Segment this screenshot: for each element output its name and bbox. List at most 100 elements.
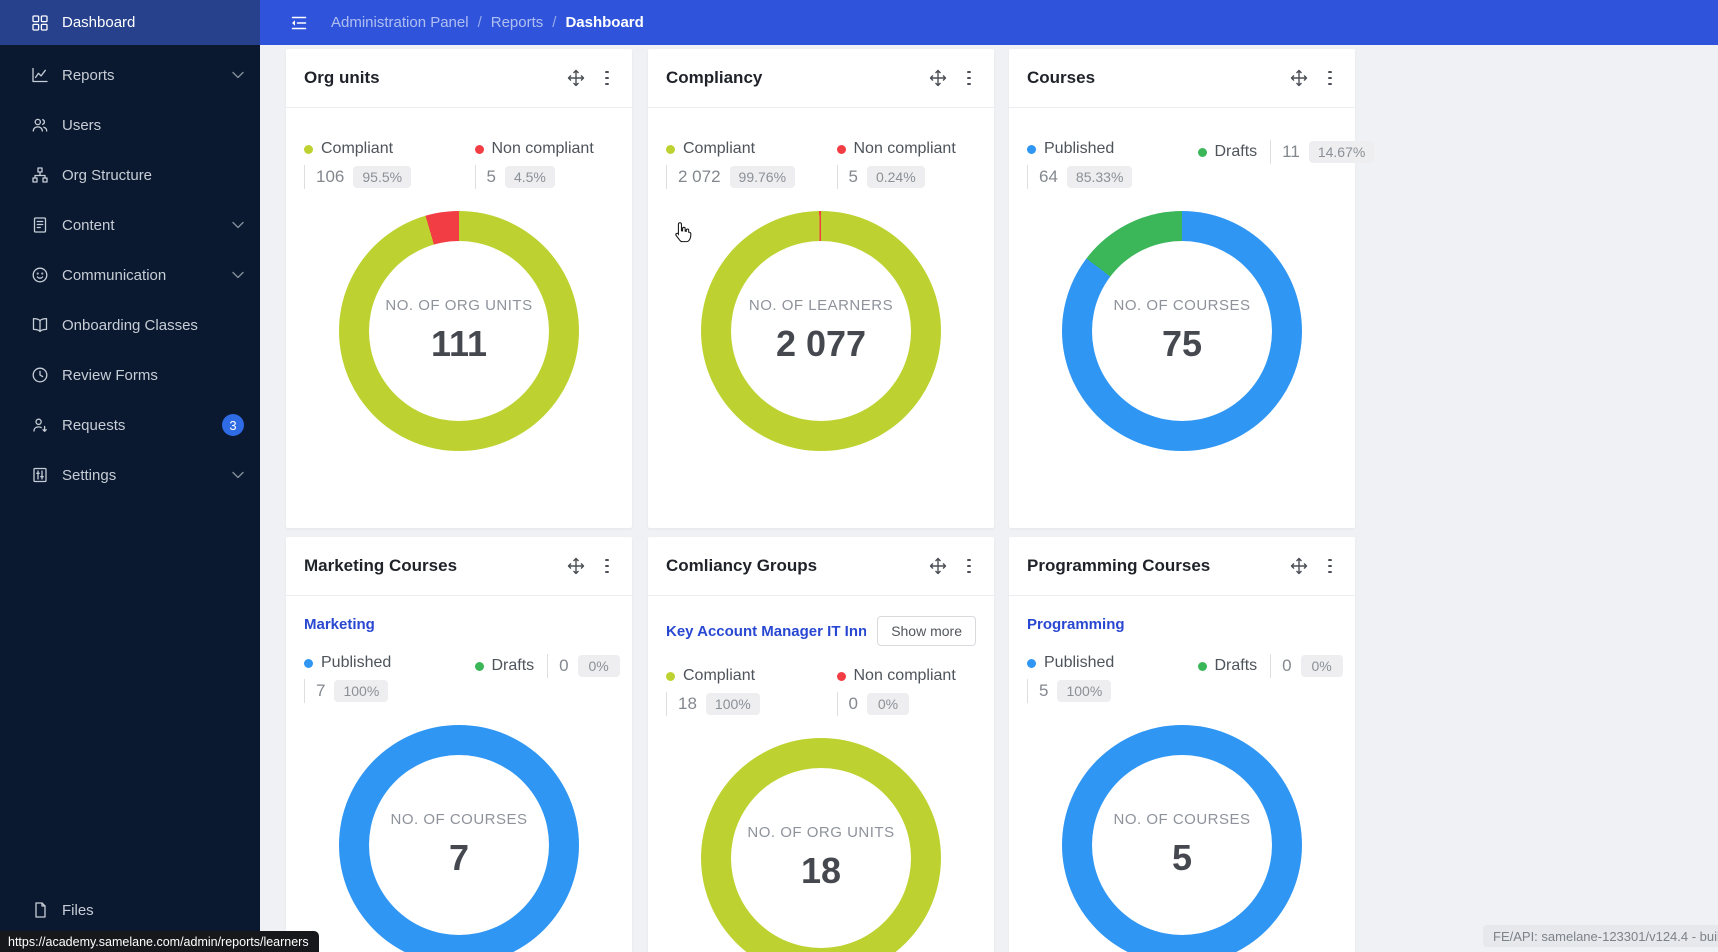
move-icon[interactable]	[567, 557, 585, 575]
donut-chart[interactable]: NO. OF ORG UNITS 18	[701, 738, 941, 952]
legend-item: Non compliant 0 0%	[836, 667, 977, 716]
category-link[interactable]: Programming	[1027, 616, 1125, 633]
breadcrumb-dashboard: Dashboard	[565, 14, 644, 31]
build-info-badge: FE/API: samelane-123301/v124.4 - build 1	[1483, 925, 1718, 947]
legend-dot	[474, 661, 484, 671]
menu-fold-icon[interactable]	[289, 13, 309, 33]
chevron-down-icon	[232, 271, 244, 279]
card-org-units: Org units Compliant 106 95.5% Non complia…	[286, 49, 632, 528]
card-compliancy: Compliancy Compliant 2 072 99.76% Non com…	[648, 49, 994, 528]
clock-icon	[31, 366, 49, 384]
kebab-menu-icon[interactable]	[600, 557, 614, 575]
donut-chart[interactable]: NO. OF ORG UNITS 111	[339, 211, 579, 451]
sidebar-item-users[interactable]: Users	[0, 100, 260, 150]
sidebar-item-label: Settings	[62, 466, 117, 484]
sidebar-item-label: Org Structure	[62, 166, 153, 184]
donut-chart[interactable]: NO. OF COURSES 75	[1062, 211, 1302, 451]
card-title: Comliancy Groups	[666, 556, 818, 575]
kebab-menu-icon[interactable]	[962, 557, 976, 575]
percent-badge: 85.33%	[1066, 166, 1133, 188]
sidebar-item-label: Users	[62, 116, 102, 134]
breadcrumb-separator: /	[552, 14, 557, 31]
kebab-menu-icon[interactable]	[600, 69, 614, 87]
legend: Compliant 18 100% Non compliant 0 0%	[666, 646, 976, 716]
group-link[interactable]: Key Account Manager IT Innsbru	[666, 623, 866, 640]
legend: Compliant 106 95.5% Non compliant 5 4.5%	[304, 108, 614, 189]
open-book-icon	[31, 316, 49, 334]
legend-item: Compliant 2 072 99.76%	[666, 140, 837, 189]
sidebar-item-label: Requests	[62, 416, 126, 434]
breadcrumb: Administration Panel / Reports / Dashboa…	[331, 14, 644, 31]
donut-chart[interactable]: NO. OF COURSES 5	[1062, 725, 1302, 952]
legend-item: Compliant 18 100%	[666, 667, 837, 716]
users-icon	[31, 116, 49, 134]
sidebar-item-label: Files	[62, 901, 94, 919]
user-request-icon	[31, 416, 49, 434]
legend-dot	[666, 671, 675, 681]
sidebar-item-onboarding-classes[interactable]: Onboarding Classes	[0, 300, 260, 350]
move-icon[interactable]	[567, 69, 585, 87]
sidebar: Dashboard Reports Users Org Structure Co…	[0, 0, 260, 952]
sidebar-item-requests[interactable]: Requests 3	[0, 400, 260, 450]
line-chart-icon	[31, 66, 49, 84]
dashboard-content: Org units Compliant 106 95.5% Non complia…	[260, 45, 1718, 952]
legend-dot	[1197, 147, 1207, 157]
sidebar-item-communication[interactable]: Communication	[0, 250, 260, 300]
percent-badge: 4.5%	[504, 166, 555, 188]
show-more-button[interactable]: Show more	[877, 616, 976, 646]
sidebar-item-settings[interactable]: Settings	[0, 450, 260, 500]
sidebar-item-review-forms[interactable]: Review Forms	[0, 350, 260, 400]
chevron-down-icon	[232, 471, 244, 479]
percent-badge: 99.76%	[729, 166, 796, 188]
legend: Published 5 100% Drafts 0 0%	[1027, 633, 1343, 703]
sidebar-item-label: Review Forms	[62, 366, 158, 384]
legend-item: Published 7 100%	[304, 654, 475, 703]
sidebar-item-label: Content	[62, 216, 115, 234]
card-title: Compliancy	[666, 68, 763, 87]
kebab-menu-icon[interactable]	[1323, 69, 1337, 87]
card-programming-courses: Programming Courses Programming Publishe…	[1009, 537, 1355, 952]
org-tree-icon	[31, 166, 49, 184]
sidebar-item-content[interactable]: Content	[0, 200, 260, 250]
sidebar-item-label: Onboarding Classes	[62, 316, 198, 334]
card-title: Org units	[304, 68, 380, 87]
legend-item: Drafts 0 0%	[474, 654, 620, 703]
breadcrumb-admin-panel[interactable]: Administration Panel	[331, 14, 469, 31]
breadcrumb-separator: /	[477, 14, 482, 31]
sidebar-item-dashboard[interactable]: Dashboard	[0, 0, 260, 45]
sidebar-item-org-structure[interactable]: Org Structure	[0, 150, 260, 200]
card-title: Marketing Courses	[304, 556, 458, 575]
sidebar-item-reports[interactable]: Reports	[0, 50, 260, 100]
donut-chart[interactable]: NO. OF LEARNERS 2 077	[701, 211, 941, 451]
percent-badge: 0%	[577, 655, 620, 677]
category-link[interactable]: Marketing	[304, 616, 375, 633]
sidebar-item-label: Communication	[62, 266, 167, 284]
card-title: Programming Courses	[1027, 556, 1211, 575]
kebab-menu-icon[interactable]	[1323, 557, 1337, 575]
percent-badge: 100%	[705, 693, 760, 715]
legend: Compliant 2 072 99.76% Non compliant 5 0.2…	[666, 108, 976, 189]
percent-badge: 100%	[1057, 680, 1112, 702]
legend-item: Published 5 100%	[1027, 654, 1198, 703]
dashboard-icon	[31, 14, 49, 32]
legend-dot	[474, 144, 484, 154]
legend: Published 64 85.33% Drafts 11 14.67%	[1027, 108, 1375, 189]
move-icon[interactable]	[929, 557, 947, 575]
legend-dot	[1027, 144, 1036, 154]
donut-chart[interactable]: NO. OF COURSES 7	[339, 725, 579, 952]
legend-item: Drafts 0 0%	[1197, 654, 1343, 703]
move-icon[interactable]	[1290, 69, 1308, 87]
kebab-menu-icon[interactable]	[962, 69, 976, 87]
legend-dot	[1197, 661, 1207, 671]
sidebar-item-files[interactable]: Files	[0, 885, 260, 935]
percent-badge: 0%	[1300, 655, 1343, 677]
chevron-down-icon	[232, 221, 244, 229]
move-icon[interactable]	[1290, 557, 1308, 575]
requests-count-badge: 3	[222, 414, 244, 436]
card-marketing-courses: Marketing Courses Marketing Published 71…	[286, 537, 632, 952]
sliders-icon	[31, 466, 49, 484]
move-icon[interactable]	[929, 69, 947, 87]
document-icon	[31, 216, 49, 234]
legend-dot	[666, 144, 675, 154]
breadcrumb-reports[interactable]: Reports	[491, 14, 544, 31]
